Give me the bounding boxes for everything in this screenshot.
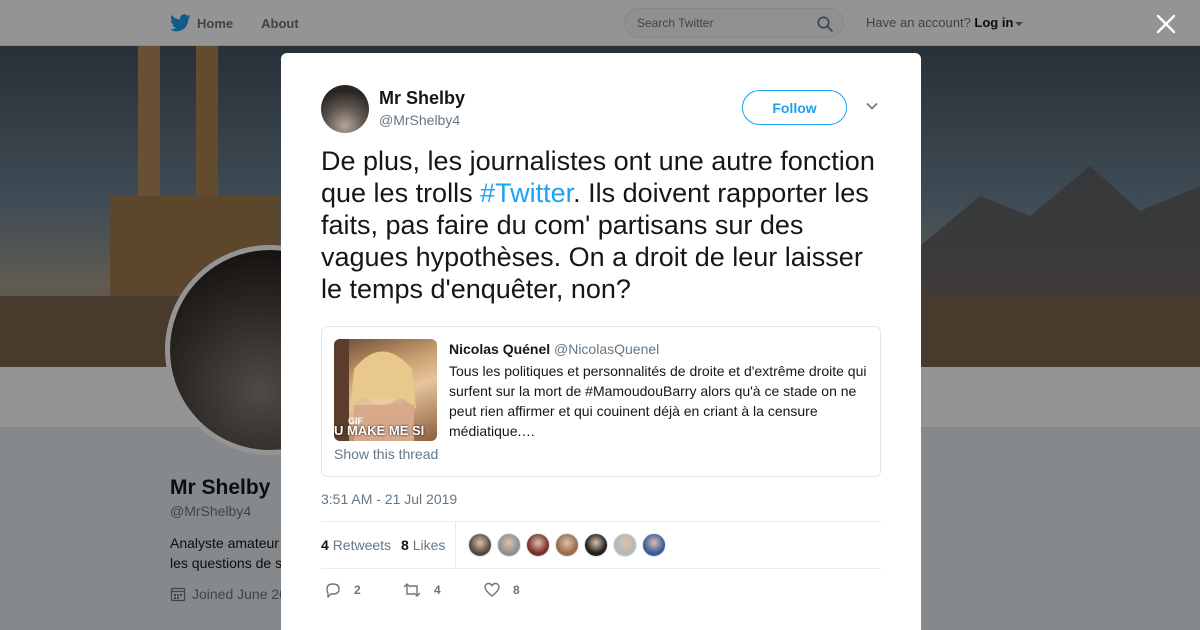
likes-label: Likes [412, 537, 446, 553]
gif-caption: U MAKE ME SI [334, 423, 425, 438]
like-button[interactable]: 8 [483, 581, 520, 599]
retweet-count: 4 [434, 583, 441, 597]
tweet-timestamp[interactable]: 3:51 AM - 21 Jul 2019 [321, 491, 457, 507]
liker-avatar[interactable] [642, 533, 666, 557]
reply-button[interactable]: 2 [324, 581, 361, 599]
quoted-gif-thumbnail[interactable]: GIF U MAKE ME SI [334, 339, 437, 441]
tweet-stats: 4 Retweets 8 Likes [321, 521, 881, 569]
hashtag-link[interactable]: #Twitter [480, 178, 573, 208]
quoted-tweet[interactable]: GIF U MAKE ME SI Nicolas Quénel @Nicolas… [321, 326, 881, 477]
likes-count: 8 [401, 537, 409, 553]
tweet-actions: 2 4 8 [321, 581, 881, 601]
liker-avatar[interactable] [584, 533, 608, 557]
liker-avatar[interactable] [613, 533, 637, 557]
author-avatar[interactable] [321, 85, 369, 133]
reply-count: 2 [354, 583, 361, 597]
chevron-down-icon[interactable] [865, 101, 879, 111]
heart-icon [484, 582, 500, 597]
liker-avatar[interactable] [497, 533, 521, 557]
retweets-stat[interactable]: 4 Retweets [321, 537, 391, 553]
retweet-icon [403, 583, 421, 597]
author-name[interactable]: Mr Shelby [379, 88, 465, 109]
tweet-text: De plus, les journalistes ont une autre … [321, 145, 891, 305]
like-count: 8 [513, 583, 520, 597]
retweet-button[interactable]: 4 [402, 581, 441, 599]
stats-divider [455, 522, 456, 569]
liker-avatars [468, 533, 671, 557]
quoted-author-name: Nicolas Quénel [449, 341, 551, 357]
tweet-modal: Mr Shelby @MrShelby4 Follow De plus, les… [281, 53, 921, 630]
liker-avatar[interactable] [555, 533, 579, 557]
likes-stat[interactable]: 8 Likes [401, 537, 445, 553]
quoted-author-handle: @NicolasQuenel [554, 341, 660, 357]
liker-avatar[interactable] [468, 533, 492, 557]
close-icon[interactable] [1155, 13, 1177, 35]
follow-button[interactable]: Follow [742, 90, 847, 125]
liker-avatar[interactable] [526, 533, 550, 557]
show-thread-link[interactable]: Show this thread [334, 446, 438, 462]
reply-icon [326, 583, 340, 598]
retweets-count: 4 [321, 537, 329, 553]
retweets-label: Retweets [332, 537, 392, 553]
quoted-tweet-text: Tous les politiques et personnalités de … [449, 363, 867, 439]
author-handle[interactable]: @MrShelby4 [379, 112, 460, 128]
